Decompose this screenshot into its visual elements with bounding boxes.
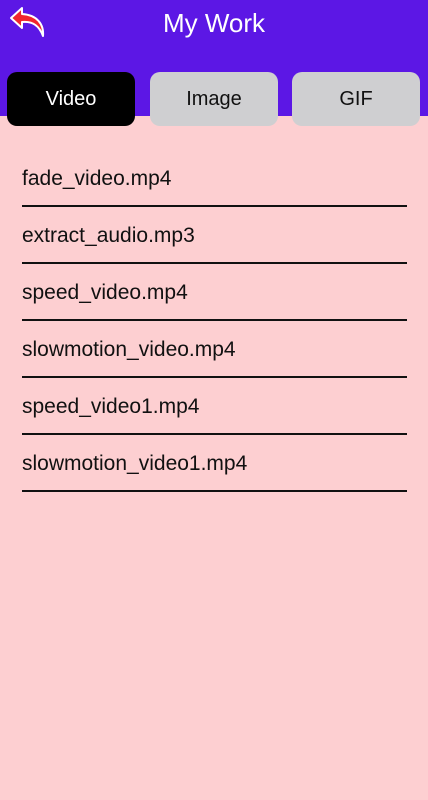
list-item[interactable]: speed_video1.mp4	[22, 378, 407, 435]
file-name: speed_video.mp4	[22, 281, 188, 304]
file-name: slowmotion_video.mp4	[22, 338, 236, 361]
list-item[interactable]: slowmotion_video.mp4	[22, 321, 407, 378]
tab-video[interactable]: Video	[7, 72, 135, 126]
tab-image[interactable]: Image	[150, 72, 278, 126]
tab-gif[interactable]: GIF	[292, 72, 420, 126]
list-item[interactable]: slowmotion_video1.mp4	[22, 435, 407, 492]
file-name: speed_video1.mp4	[22, 395, 200, 418]
page-title: My Work	[162, 8, 266, 38]
file-name: fade_video.mp4	[22, 167, 172, 190]
file-list: fade_video.mp4 extract_audio.mp3 speed_v…	[22, 150, 407, 492]
file-name: extract_audio.mp3	[22, 224, 195, 247]
list-item[interactable]: speed_video.mp4	[22, 264, 407, 321]
list-item[interactable]: fade_video.mp4	[22, 150, 407, 207]
list-item[interactable]: extract_audio.mp3	[22, 207, 407, 264]
file-name: slowmotion_video1.mp4	[22, 452, 248, 475]
